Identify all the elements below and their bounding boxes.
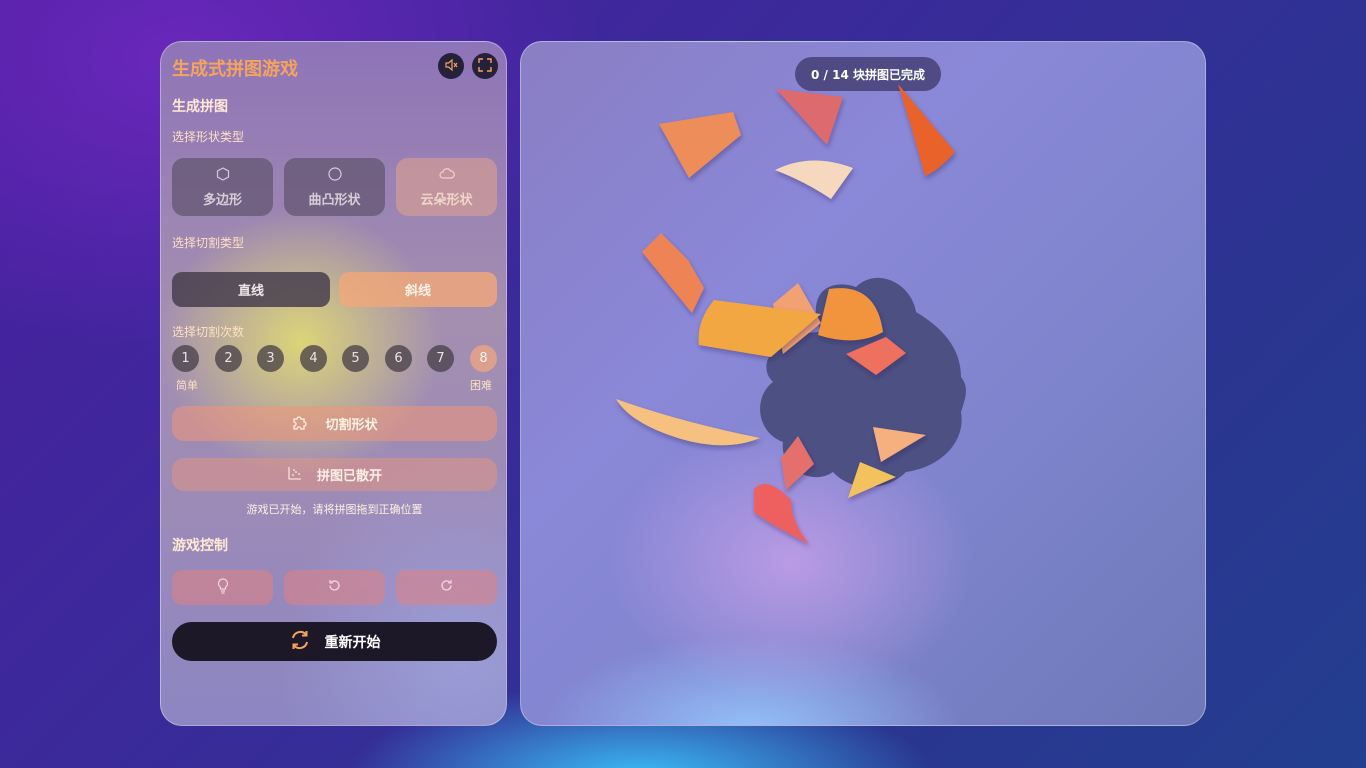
shape-option-cloud[interactable]: 云朵形状 [396,158,497,216]
hexagon-icon [216,166,230,185]
scatter-icon [287,465,303,485]
generate-heading: 生成拼图 [172,99,228,115]
restart-label: 重新开始 [324,634,381,651]
redo-icon [439,578,454,597]
puzzle-piece[interactable] [775,160,853,199]
cut-count-label: 选择切割次数 [172,325,245,339]
fullscreen-button[interactable] [472,53,498,79]
app-title: 生成式拼图游戏 [172,59,298,80]
puzzle-icon [291,412,311,436]
puzzle-piece[interactable] [642,233,704,313]
cut-count-3[interactable]: 3 [257,345,284,372]
cut-type-label-text: 斜线 [404,284,431,299]
shape-option-curved[interactable]: 曲凸形状 [284,158,385,216]
cut-shape-button[interactable]: 切割形状 [172,406,497,441]
hint-button[interactable] [172,570,273,605]
cut-count-1[interactable]: 1 [172,345,199,372]
puzzle-piece[interactable] [754,483,809,544]
cut-type-straight[interactable]: 直线 [172,272,330,307]
shape-option-label: 曲凸形状 [308,192,361,208]
shape-option-label: 多边形 [202,192,242,208]
control-panel: 生成式拼图游戏 生成拼图 选择形状类型 多边形 曲凸形状 云朵形状 选择切割类型… [160,41,507,726]
puzzle-piece[interactable] [659,112,741,178]
hard-label: 困难 [470,379,492,392]
puzzle-piece[interactable] [898,84,955,176]
redo-button[interactable] [396,570,497,605]
puzzle-piece[interactable] [616,399,760,446]
puzzle-piece[interactable] [776,89,843,145]
scatter-label: 拼图已散开 [316,469,382,484]
cloud-icon [438,167,455,185]
refresh-icon [289,629,311,655]
status-text: 游戏已开始，请将拼图拖到正确位置 [246,503,423,516]
restart-button[interactable]: 重新开始 [172,622,497,661]
puzzle-canvas [616,84,966,544]
shape-option-label: 云朵形状 [420,192,473,208]
cut-count-2[interactable]: 2 [215,345,242,372]
cut-count-6[interactable]: 6 [385,345,412,372]
shape-option-polygon[interactable]: 多边形 [172,158,273,216]
cut-count-8[interactable]: 8 [470,345,497,372]
cut-count-7[interactable]: 7 [427,345,454,372]
cut-type-label-text: 直线 [237,284,264,299]
lightbulb-icon [216,577,230,598]
cut-type-label: 选择切割类型 [172,236,245,250]
fullscreen-icon [478,57,492,76]
mute-button[interactable] [438,53,464,79]
puzzle-board: 0 / 14 块拼图已完成 [520,41,1206,726]
circle-icon [327,166,342,185]
cut-type-diagonal[interactable]: 斜线 [339,272,497,307]
cut-shape-label: 切割形状 [325,418,378,433]
cut-count-5[interactable]: 5 [342,345,369,372]
controls-heading: 游戏控制 [172,538,228,554]
shape-type-label: 选择形状类型 [172,130,245,144]
easy-label: 简单 [176,379,198,392]
cut-count-4[interactable]: 4 [300,345,327,372]
undo-button[interactable] [284,570,385,605]
undo-icon [327,578,342,597]
mute-icon [444,57,458,76]
scatter-button[interactable]: 拼图已散开 [172,458,497,491]
